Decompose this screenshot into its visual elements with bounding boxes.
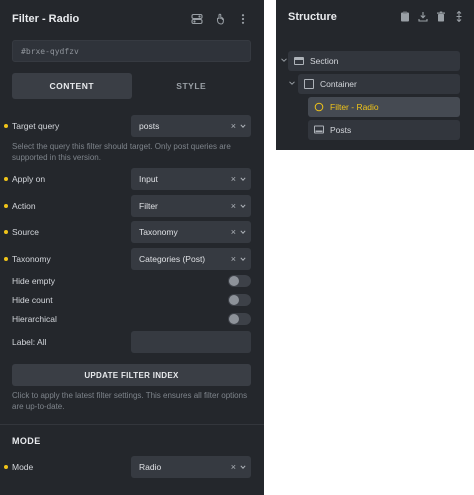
clear-icon[interactable]: × [231,115,236,137]
chevron-down-icon [240,124,246,128]
hierarchical-row: Hierarchical [0,311,264,327]
source-label: Source [12,227,39,237]
clear-icon[interactable]: × [231,221,236,243]
chevron-down-icon [240,230,246,234]
expand-collapse-icon[interactable] [454,10,464,24]
settings-tabs: CONTENT STYLE [12,73,251,99]
structure-item-posts[interactable]: Posts [308,120,460,140]
hide-count-toggle[interactable] [228,294,251,306]
structure-item-label: Filter - Radio [330,102,379,112]
clear-icon[interactable]: × [231,195,236,217]
taxonomy-value: Categories (Post) [139,254,206,264]
setting-indicator-dot [4,124,8,128]
clear-icon[interactable]: × [231,456,236,478]
clipboard-icon[interactable] [400,11,410,24]
hand-pointer-icon[interactable] [213,12,227,26]
chevron-down-icon [240,465,246,469]
source-select[interactable]: Taxonomy × [131,221,251,243]
section-icon [294,57,304,65]
mode-section-title[interactable]: MODE [12,436,41,446]
toggle-view-icon[interactable] [190,12,204,26]
hide-count-label: Hide count [12,295,53,305]
trash-icon[interactable] [436,11,446,24]
tab-content[interactable]: CONTENT [12,73,132,99]
section-divider [0,424,264,425]
target-query-row: Target query posts × [0,115,264,137]
panel-title: Filter - Radio [12,13,80,25]
label-all-label: Label: All [12,337,47,347]
structure-panel: Structure Section Container Filter - Rad… [276,0,474,150]
source-row: Source Taxonomy × [0,221,264,243]
tab-style[interactable]: STYLE [132,73,252,99]
target-query-label: Target query [12,121,60,131]
structure-icons [400,10,464,24]
label-all-input[interactable] [131,331,251,353]
setting-indicator-dot [4,230,8,234]
toggle-knob [229,314,239,324]
label-all-row: Label: All [0,331,264,353]
structure-item-label: Posts [330,125,352,135]
apply-on-row: Apply on Input × [0,168,264,190]
chevron-down-icon [240,177,246,181]
hierarchical-label: Hierarchical [12,314,57,324]
hide-empty-row: Hide empty [0,273,264,289]
download-icon[interactable] [418,11,428,24]
toggle-knob [229,295,239,305]
mode-row: Mode Radio × [0,456,264,478]
element-id-field[interactable]: #brxe-qydfzv [12,40,251,62]
chevron-down-icon[interactable] [288,79,296,87]
apply-on-label: Apply on [12,174,46,184]
clear-icon[interactable]: × [231,168,236,190]
taxonomy-row: Taxonomy Categories (Post) × [0,248,264,270]
target-query-help: Select the query this filter should targ… [12,142,231,162]
element-settings-panel: Filter - Radio #brxe-qydfzv CONTENT STYL… [0,0,264,495]
chevron-down-icon [240,257,246,261]
target-query-select[interactable]: posts × [131,115,251,137]
hide-empty-label: Hide empty [12,276,55,286]
more-options-icon[interactable] [236,12,250,26]
structure-item-label: Section [310,56,339,66]
action-select[interactable]: Filter × [131,195,251,217]
toggle-knob [229,276,239,286]
apply-on-value: Input [139,174,158,184]
panel-header: Filter - Radio [0,0,264,38]
mode-label: Mode [12,462,34,472]
mode-value: Radio [139,462,162,472]
chevron-down-icon [240,204,246,208]
header-icons [190,12,250,26]
target-query-value: posts [139,121,160,131]
hierarchical-toggle[interactable] [228,313,251,325]
posts-icon [314,125,324,134]
structure-item-label: Container [320,79,357,89]
source-value: Taxonomy [139,227,178,237]
structure-title: Structure [288,11,337,23]
chevron-down-icon[interactable] [280,56,288,64]
clear-icon[interactable]: × [231,248,236,270]
taxonomy-label: Taxonomy [12,254,51,264]
apply-on-select[interactable]: Input × [131,168,251,190]
structure-item-section[interactable]: Section [288,51,460,71]
action-value: Filter [139,201,158,211]
container-icon [304,79,314,89]
update-filter-index-button[interactable]: UPDATE FILTER INDEX [12,364,251,386]
radio-icon [314,102,324,112]
action-label: Action [12,201,36,211]
taxonomy-select[interactable]: Categories (Post) × [131,248,251,270]
structure-item-filter-radio[interactable]: Filter - Radio [308,97,460,117]
structure-item-container[interactable]: Container [298,74,460,94]
hide-empty-toggle[interactable] [228,275,251,287]
setting-indicator-dot [4,204,8,208]
action-row: Action Filter × [0,195,264,217]
mode-select[interactable]: Radio × [131,456,251,478]
setting-indicator-dot [4,465,8,469]
setting-indicator-dot [4,257,8,261]
update-help-text: Click to apply the latest filter setting… [12,391,248,411]
setting-indicator-dot [4,177,8,181]
hide-count-row: Hide count [0,292,264,308]
